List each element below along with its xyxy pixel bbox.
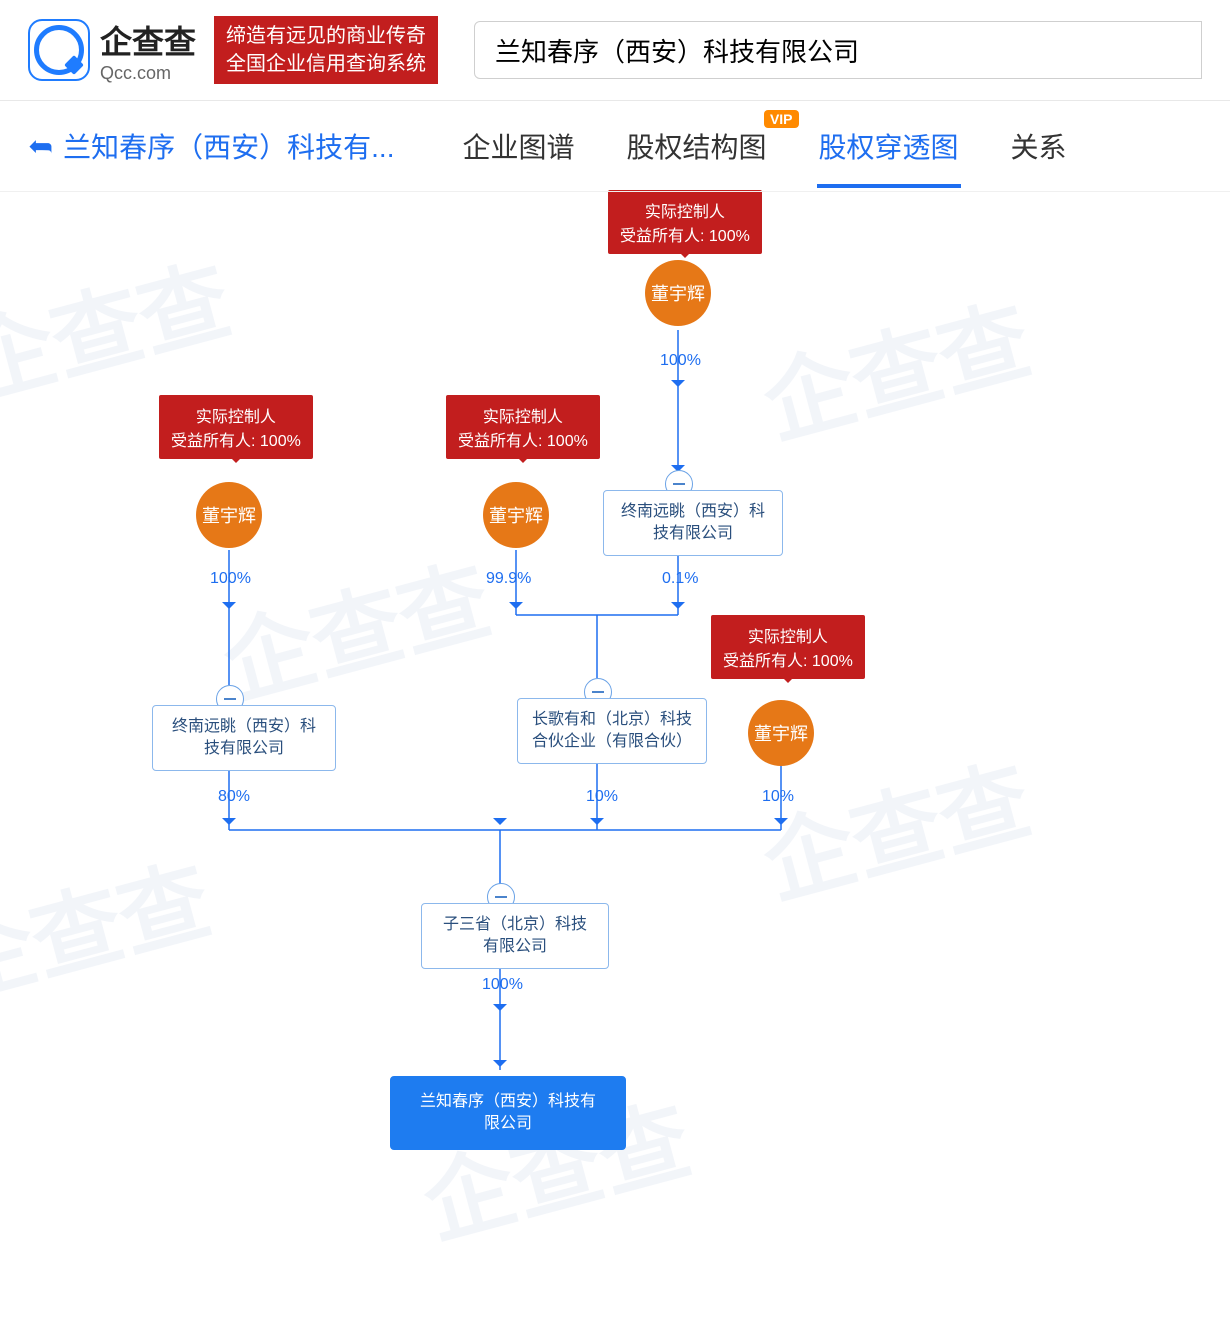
arrow-icon	[493, 1004, 507, 1018]
person-node-dyh-right[interactable]: 董宇辉	[748, 700, 814, 766]
arrow-icon	[222, 818, 236, 832]
company-node-target[interactable]: 兰知春序（西安）科技有限公司	[390, 1076, 626, 1150]
controller-label: 实际控制人	[620, 198, 750, 222]
edge-pct: 100%	[210, 570, 251, 588]
beneficiary-pct: 100%	[547, 433, 588, 450]
company-node-zhongnan-left[interactable]: 终南远眺（西安）科技有限公司	[152, 705, 336, 771]
logo-icon	[28, 19, 90, 81]
controller-badge: 实际控制人 受益所有人: 100%	[608, 190, 762, 254]
tab-label: 股权结构图	[627, 132, 767, 163]
arrow-icon	[590, 818, 604, 832]
company-name: 子三省（北京）科技有限公司	[443, 916, 587, 955]
back-link[interactable]: ➦ 兰知春序（西安）科技有...	[28, 126, 394, 166]
company-node-changge[interactable]: 长歌有和（北京）科技合伙企业（有限合伙）	[517, 698, 707, 764]
edge-pct: 99.9%	[486, 570, 531, 588]
company-name: 兰知春序（西安）科技有限公司	[420, 1093, 596, 1132]
controller-badge: 实际控制人 受益所有人: 100%	[446, 395, 600, 459]
company-node-zisan[interactable]: 子三省（北京）科技有限公司	[421, 903, 609, 969]
vip-badge: VIP	[764, 110, 799, 128]
controller-label: 实际控制人	[458, 403, 588, 427]
beneficiary-pct: 100%	[812, 653, 853, 670]
edge-pct: 10%	[586, 788, 618, 806]
controller-badge: 实际控制人 受益所有人: 100%	[711, 615, 865, 679]
header-bar: 企查查 Qcc.com 缔造有远见的商业传奇 全国企业信用查询系统	[0, 0, 1230, 101]
arrow-icon	[774, 818, 788, 832]
tab-label: 股权穿透图	[819, 132, 959, 163]
controller-label: 实际控制人	[171, 403, 301, 427]
back-arrow-icon: ➦	[28, 129, 53, 164]
tab-relation[interactable]: 关系	[1009, 106, 1069, 186]
arrow-icon	[493, 1060, 507, 1074]
person-node-dyh-mid[interactable]: 董宇辉	[483, 482, 549, 548]
beneficiary-label: 受益所有人	[723, 653, 803, 670]
person-name: 董宇辉	[754, 720, 808, 746]
slogan: 缔造有远见的商业传奇 全国企业信用查询系统	[214, 16, 438, 84]
person-name: 董宇辉	[651, 280, 705, 306]
search-input[interactable]	[493, 34, 1183, 67]
beneficiary-pct: 100%	[260, 433, 301, 450]
brand-name: 企查查	[100, 17, 196, 63]
beneficiary-label: 受益所有人	[458, 433, 538, 450]
brand-domain: Qcc.com	[100, 63, 196, 84]
tab-equity-penetration[interactable]: 股权穿透图	[817, 106, 961, 186]
edge-pct: 100%	[482, 976, 523, 994]
tab-equity-structure[interactable]: 股权结构图 VIP	[625, 106, 769, 186]
company-name: 终南远眺（西安）科技有限公司	[621, 503, 765, 542]
edge-pct: 100%	[660, 352, 701, 370]
tab-label: 关系	[1011, 132, 1067, 163]
controller-label: 实际控制人	[723, 623, 853, 647]
arrow-icon	[222, 602, 236, 616]
beneficiary-label: 受益所有人	[171, 433, 251, 450]
company-node-zhongnan-top[interactable]: 终南远眺（西安）科技有限公司	[603, 490, 783, 556]
controller-badge: 实际控制人 受益所有人: 100%	[159, 395, 313, 459]
edge-pct: 80%	[218, 788, 250, 806]
company-name: 终南远眺（西安）科技有限公司	[172, 718, 316, 757]
edge-pct: 10%	[762, 788, 794, 806]
person-node-dyh-left[interactable]: 董宇辉	[196, 482, 262, 548]
tabs: 企业图谱 股权结构图 VIP 股权穿透图 关系	[460, 106, 1068, 186]
arrow-icon	[509, 602, 523, 616]
beneficiary-pct: 100%	[709, 228, 750, 245]
tab-label: 企业图谱	[462, 132, 574, 163]
equity-diagram: 实际控制人 受益所有人: 100% 董宇辉 100% 终南远眺（西安）科技有限公…	[0, 190, 1230, 1324]
edge-pct: 0.1%	[662, 570, 698, 588]
beneficiary-label: 受益所有人	[620, 228, 700, 245]
slogan-line1: 缔造有远见的商业传奇	[226, 22, 426, 50]
search-box[interactable]	[474, 21, 1202, 79]
person-node-dyh-top[interactable]: 董宇辉	[645, 260, 711, 326]
logo[interactable]: 企查查 Qcc.com	[28, 17, 196, 84]
arrow-icon	[671, 602, 685, 616]
slogan-line2: 全国企业信用查询系统	[226, 50, 426, 78]
arrow-icon	[671, 380, 685, 394]
person-name: 董宇辉	[489, 502, 543, 528]
subnav: ➦ 兰知春序（西安）科技有... 企业图谱 股权结构图 VIP 股权穿透图 关系	[0, 101, 1230, 192]
arrow-icon	[493, 818, 507, 832]
company-name: 长歌有和（北京）科技合伙企业（有限合伙）	[532, 711, 692, 750]
person-name: 董宇辉	[202, 502, 256, 528]
tab-enterprise-graph[interactable]: 企业图谱	[460, 106, 576, 186]
back-label: 兰知春序（西安）科技有...	[63, 126, 394, 166]
